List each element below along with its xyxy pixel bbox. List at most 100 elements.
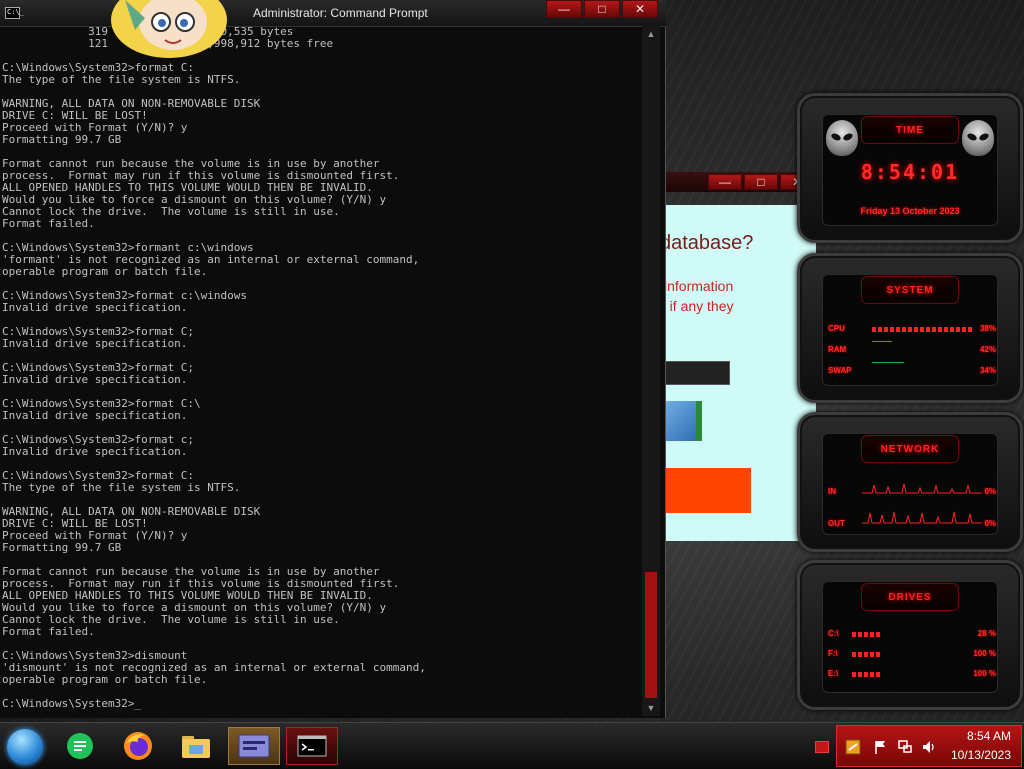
drive-c-bar [852, 632, 880, 637]
cmd-window-title: Administrator: Command Prompt [253, 6, 428, 20]
taskbar-chat-app[interactable] [54, 727, 106, 765]
cmd-maximize-button[interactable]: □ [584, 0, 620, 18]
swap-label: SWAP [828, 366, 852, 375]
swap-bar [872, 362, 904, 363]
net-in-row: IN 0% [828, 483, 996, 499]
console-line: Cannot lock the drive. The volume is sti… [2, 613, 340, 626]
dialog-minimize-button[interactable]: — [708, 174, 742, 190]
console-line: The type of the file system is NTFS. [2, 481, 241, 494]
taskbar: 8:54 AM 10/13/2023 [0, 722, 1024, 769]
system-gadget[interactable]: SYSTEM CPU 38% RAM 42% SWAP 34% [797, 253, 1023, 403]
drive-f-value: 100 % [973, 649, 996, 658]
network-gadget[interactable]: NETWORK IN 0% OUT 0% [797, 412, 1023, 552]
network-gadget-header: NETWORK [861, 435, 959, 463]
folder-icon [182, 736, 210, 758]
net-out-label: OUT [828, 519, 845, 528]
system-tray: 8:54 AM 10/13/2023 [836, 725, 1022, 767]
command-prompt-window[interactable]: C:\_ Administrator: Command Prompt — □ ✕… [0, 0, 666, 718]
net-out-graph [862, 511, 982, 524]
cmd-title-bar[interactable]: C:\_ Administrator: Command Prompt — □ ✕ [0, 0, 666, 27]
cmd-scrollbar[interactable]: ▲ ▼ [642, 26, 660, 716]
action-center-flag-icon[interactable] [873, 739, 889, 755]
show-desktop-button[interactable] [815, 741, 829, 753]
dialog-title-bar[interactable]: — □ ✕ [655, 172, 820, 192]
chat-app-icon [67, 733, 93, 759]
console-line: Invalid drive specification. [2, 445, 188, 458]
cmd-window-icon[interactable]: C:\_ [5, 7, 24, 19]
drive-e-row: E:\ 100 % [828, 669, 996, 681]
net-out-value: 0% [984, 519, 996, 528]
drive-f-row: F:\ 100 % [828, 649, 996, 661]
background-dialog-window[interactable]: — □ ✕ database? information e if any the… [655, 172, 820, 544]
gadget-clock: 8:54:01 [860, 160, 960, 184]
time-gadget-header: TIME [861, 116, 959, 144]
console-line: Formatting 99.7 GB [2, 541, 122, 554]
net-in-label: IN [828, 487, 836, 496]
system-gadget-header: SYSTEM [861, 276, 959, 304]
taskbar-date[interactable]: 10/13/2023 [951, 748, 1011, 762]
drive-f-bar [852, 652, 882, 657]
drive-c-row: C:\ 28 % [828, 629, 996, 641]
taskbar-firefox[interactable] [112, 727, 164, 765]
net-in-value: 0% [984, 487, 996, 496]
ram-row: RAM 42% [828, 341, 996, 357]
time-gadget[interactable]: TIME 8:54:01 Friday 13 October 2023 [797, 93, 1023, 243]
gadget-date: Friday 13 October 2023 [860, 206, 960, 216]
drive-e-bar [852, 672, 882, 677]
dialog-orange-button[interactable] [658, 468, 751, 513]
taskbar-clock[interactable]: 8:54 AM [967, 729, 1011, 743]
drive-f-label: F:\ [828, 649, 838, 658]
console-line: Formatting 99.7 GB [2, 133, 122, 146]
alien-head-icon [962, 120, 994, 156]
taskbar-file-explorer[interactable] [170, 727, 222, 765]
cpu-row: CPU 38% [828, 324, 996, 336]
cpu-label: CPU [828, 324, 845, 333]
alien-head-icon [826, 120, 858, 156]
dialog-text-line-2: e if any they [658, 298, 734, 314]
console-line: C:\Windows\System32>_ [2, 697, 142, 710]
console-line: Invalid drive specification. [2, 409, 188, 422]
cmd-minimize-button[interactable]: — [546, 0, 582, 18]
console-line: Format failed. [2, 625, 95, 638]
taskbar-command-prompt[interactable] [286, 727, 338, 765]
console-line: Invalid drive specification. [2, 337, 188, 350]
dialog-input-field[interactable] [658, 361, 730, 385]
dialog-body: database? information e if any they [658, 205, 816, 541]
cpu-bar [872, 327, 972, 332]
console-line: The type of the file system is NTFS. [2, 73, 241, 86]
network-icon[interactable] [897, 739, 913, 755]
firefox-icon [124, 732, 152, 760]
drive-c-label: C:\ [828, 629, 839, 638]
drive-e-label: E:\ [828, 669, 839, 678]
console-output[interactable]: 319 636,200,535 bytes 121 ,728,998,912 b… [2, 26, 638, 716]
tray-app-icon[interactable] [845, 739, 861, 755]
scroll-thumb[interactable] [645, 572, 657, 698]
console-line: 121 ,728,998,912 bytes free [88, 37, 334, 50]
drives-gadget-header: DRIVES [861, 583, 959, 611]
ram-bar [872, 341, 892, 342]
net-out-row: OUT 0% [828, 511, 996, 531]
window-app-icon [238, 734, 270, 758]
scroll-down-arrow-icon[interactable]: ▼ [642, 700, 660, 716]
net-in-graph [862, 483, 982, 494]
console-line: Format failed. [2, 217, 95, 230]
dialog-heading: database? [660, 232, 754, 254]
console-line: Cannot lock the drive. The volume is sti… [2, 205, 340, 218]
drives-gadget[interactable]: DRIVES C:\ 28 % F:\ 100 % E:\ 100 % [797, 560, 1023, 710]
cpu-value: 38% [979, 324, 996, 333]
cartoon-character-overlay [105, 0, 233, 58]
dialog-text-line-1: information [664, 278, 734, 294]
cmd-close-button[interactable]: ✕ [622, 0, 658, 18]
ram-label: RAM [828, 345, 847, 354]
taskbar-window-app[interactable] [228, 727, 280, 765]
drive-e-value: 100 % [973, 669, 996, 678]
scroll-up-arrow-icon[interactable]: ▲ [642, 26, 660, 42]
start-orb-icon[interactable] [7, 729, 43, 765]
dialog-maximize-button[interactable]: □ [744, 174, 778, 190]
console-line: operable program or batch file. [2, 673, 208, 686]
command-prompt-icon [297, 735, 327, 757]
console-line: Invalid drive specification. [2, 373, 188, 386]
volume-icon[interactable] [921, 739, 937, 755]
drive-c-value: 28 % [977, 629, 996, 638]
ram-value: 42% [979, 345, 996, 354]
